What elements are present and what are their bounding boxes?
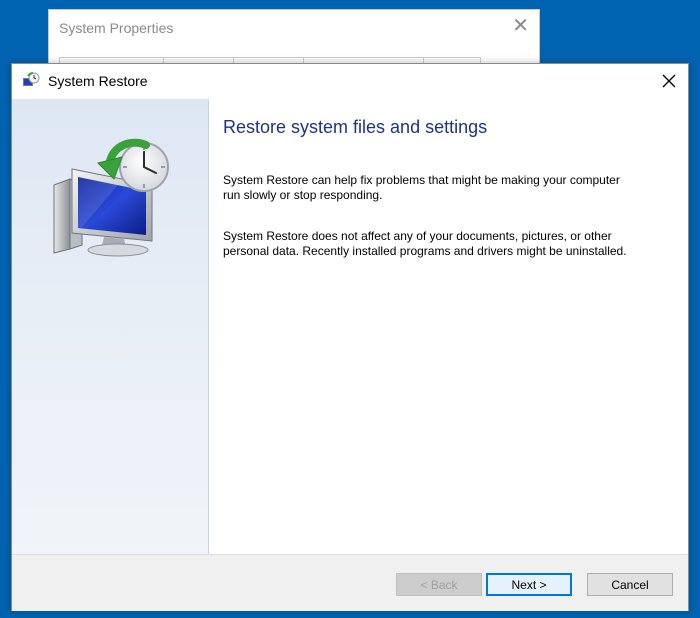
cancel-button[interactable]: Cancel (587, 573, 673, 596)
description-text: System Restore can help fix problems tha… (223, 173, 620, 202)
close-icon (662, 74, 676, 88)
wizard-content: Restore system files and settings System… (209, 99, 688, 554)
system-properties-title: System Properties (59, 20, 174, 36)
wizard-footer: < Back Next > Cancel (12, 554, 688, 611)
wizard-sidebar (12, 99, 209, 554)
system-restore-icon (23, 72, 40, 86)
next-button[interactable]: Next > (486, 573, 572, 596)
system-restore-dialog: System Restore Restore system files and … (11, 63, 689, 611)
privacy-note-text: System Restore does not affect any of yo… (223, 229, 627, 258)
close-button[interactable] (654, 66, 684, 96)
page-title: Restore system files and settings (223, 117, 488, 137)
title-bar: System Restore (12, 64, 688, 98)
system-properties-close-icon[interactable]: ✕ (512, 16, 529, 36)
dialog-title: System Restore (48, 73, 148, 89)
back-button[interactable]: < Back (396, 573, 482, 596)
system-properties-window: System Properties ✕ (48, 9, 540, 71)
system-restore-illustration-icon (53, 138, 169, 257)
